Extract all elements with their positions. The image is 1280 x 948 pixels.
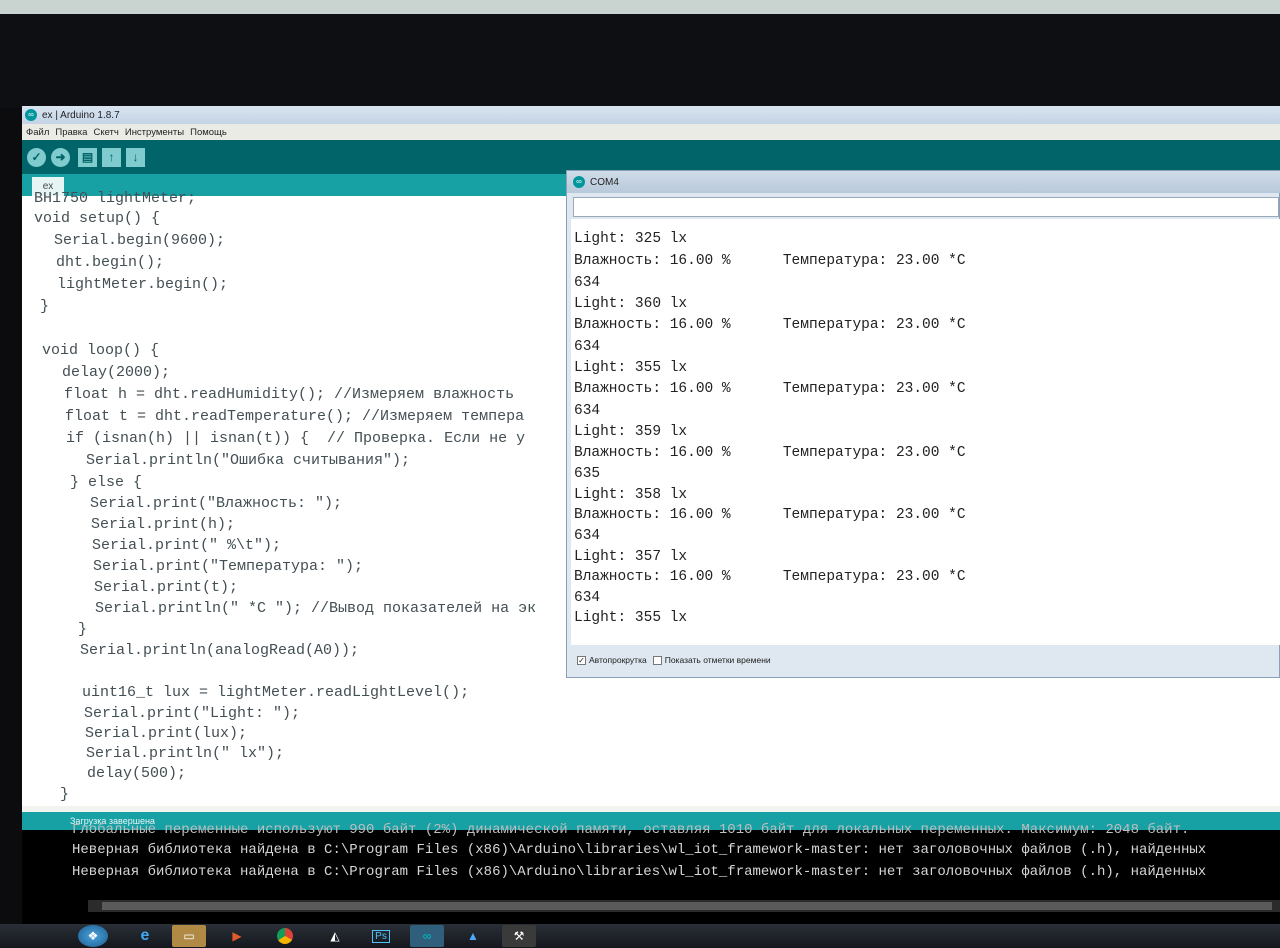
serial-title-bar: ∞ COM4 [567, 171, 1280, 193]
serial-line: 634 [574, 590, 601, 606]
check-icon: ✓ [31, 150, 42, 164]
code-line: BH1750 lightMeter; [34, 190, 197, 207]
code-line: if (isnan(h) || isnan(t)) { // Проверка.… [48, 430, 526, 447]
serial-line: Влажность: 16.00 % Температура: 23.00 *C [574, 253, 966, 269]
serial-line: Light: 355 lx [574, 610, 688, 626]
serial-line: Влажность: 16.00 % Температура: 23.00 *C [574, 381, 966, 397]
serial-line: 634 [574, 339, 601, 355]
menu-file[interactable]: Файл [26, 127, 49, 138]
serial-line: Влажность: 16.00 % Температура: 23.00 *C [574, 569, 966, 585]
serial-output[interactable]: Light: 325 lx Влажность: 16.00 % Темпера… [571, 219, 1280, 645]
explorer-icon[interactable]: ▭ [172, 925, 206, 947]
title-bar: ∞ ex | Arduino 1.8.7 [22, 106, 1280, 124]
serial-line: Light: 360 lx [574, 296, 688, 312]
monitor-bezel [0, 14, 1280, 108]
console-scrollbar[interactable] [88, 900, 1280, 912]
code-line: Serial.print(t); [58, 579, 239, 596]
file-icon: ▤ [81, 150, 94, 164]
taskbar: ❖ e ▭ ▶ ◭ Ps ∞ ▲ ⚒ [0, 924, 1280, 948]
timestamps-checkbox[interactable] [652, 655, 662, 665]
code-line: void loop() { [42, 342, 160, 359]
serial-line: Влажность: 16.00 % Температура: 23.00 *C [574, 445, 966, 461]
code-line: void setup() { [34, 210, 161, 227]
code-line: } [40, 298, 50, 315]
menu-sketch[interactable]: Скетч [93, 127, 118, 138]
code-line: } else { [52, 474, 143, 491]
azure-icon[interactable]: ▲ [456, 925, 490, 947]
console-line: Глобальные переменные используют 990 бай… [72, 822, 1190, 838]
code-line: delay(2000); [44, 364, 171, 381]
verify-button[interactable]: ✓ [27, 147, 46, 167]
menu-tools[interactable]: Инструменты [125, 127, 184, 138]
autoscroll-checkbox[interactable]: ✓ [577, 655, 586, 665]
serial-monitor-window: ∞ COM4 Light: 325 lx Влажность: 16.00 % … [566, 170, 1280, 678]
arrow-up-icon: ↑ [108, 150, 115, 164]
serial-send-input[interactable] [573, 197, 1279, 217]
serial-line: Light: 357 lx [574, 549, 688, 565]
upload-button[interactable]: ➜ [51, 147, 70, 167]
code-line: Serial.println("Ошибка считывания"); [50, 452, 411, 469]
serial-footer: ✓ Автопрокрутка Показать отметки времени [577, 653, 771, 667]
code-line: } [60, 786, 70, 803]
code-line: uint16_t lux = lightMeter.readLightLevel… [64, 684, 470, 701]
timestamps-label: Показать отметки времени [664, 655, 771, 665]
tools-icon[interactable]: ⚒ [502, 925, 536, 947]
code-line: Serial.println(" lx"); [68, 745, 285, 762]
serial-line: 635 [574, 466, 601, 482]
serial-line: Light: 359 lx [574, 424, 688, 440]
serial-line: 634 [574, 275, 601, 291]
code-line: Serial.begin(9600); [36, 232, 226, 249]
serial-line: Light: 325 lx [574, 231, 688, 247]
autoscroll-label: Автопрокрутка [589, 655, 647, 665]
code-line: float t = dht.readTemperature(); //Измер… [47, 408, 525, 425]
serial-line: Light: 358 lx [574, 487, 688, 503]
menu-edit[interactable]: Правка [55, 127, 87, 138]
serial-line: Влажность: 16.00 % Температура: 23.00 *C [574, 507, 966, 523]
serial-line: 634 [574, 528, 601, 544]
code-line: float h = dht.readHumidity(); //Измеряем… [46, 386, 515, 403]
media-icon[interactable]: ▶ [220, 925, 254, 947]
arrow-down-icon: ↓ [132, 150, 139, 164]
save-sketch-button[interactable]: ↓ [126, 147, 145, 167]
open-sketch-button[interactable]: ↑ [102, 147, 121, 167]
console-line: Неверная библиотека найдена в C:\Program… [72, 864, 1207, 880]
code-line: Serial.print(lux); [67, 725, 248, 742]
ie-icon[interactable]: e [128, 925, 162, 947]
serial-line: 634 [574, 403, 601, 419]
code-line: } [60, 621, 88, 638]
arduino-logo-icon: ∞ [573, 176, 585, 188]
serial-line: Влажность: 16.00 % Температура: 23.00 *C [574, 317, 966, 333]
scrollbar-thumb[interactable] [102, 902, 1272, 910]
photoshop-icon[interactable]: Ps [364, 925, 398, 947]
code-line: lightMeter.begin(); [39, 276, 229, 293]
code-line: Serial.print("Влажность: "); [54, 495, 343, 512]
menu-help[interactable]: Помощь [190, 127, 227, 138]
code-line: Serial.print("Light: "); [66, 705, 301, 722]
start-icon[interactable]: ❖ [78, 925, 108, 947]
chrome-icon[interactable] [268, 925, 302, 947]
unity-icon[interactable]: ◭ [318, 925, 352, 947]
toolbar: ✓ ➜ ▤ ↑ ↓ [22, 140, 1280, 174]
serial-title: COM4 [590, 176, 619, 188]
menu-bar: Файл Правка Скетч Инструменты Помощь [22, 124, 1280, 140]
serial-line: Light: 355 lx [574, 360, 688, 376]
arduino-icon[interactable]: ∞ [410, 925, 444, 947]
arduino-logo-icon: ∞ [25, 109, 37, 121]
arrow-right-icon: ➜ [55, 150, 66, 164]
console-line: Неверная библиотека найдена в C:\Program… [72, 842, 1207, 858]
photoshop-label: Ps [372, 929, 390, 943]
window-title: ex | Arduino 1.8.7 [42, 109, 120, 121]
code-line: dht.begin(); [38, 254, 165, 271]
code-line: Serial.println(analogRead(A0)); [62, 642, 360, 659]
code-line: delay(500); [69, 765, 187, 782]
code-line: Serial.print(" %\t"); [56, 537, 282, 554]
new-sketch-button[interactable]: ▤ [78, 147, 97, 167]
code-line: Serial.print(h); [55, 516, 236, 533]
code-line: Serial.println(" *C "); //Вывод показате… [59, 600, 537, 617]
code-line: Serial.print("Температура: "); [57, 558, 364, 575]
